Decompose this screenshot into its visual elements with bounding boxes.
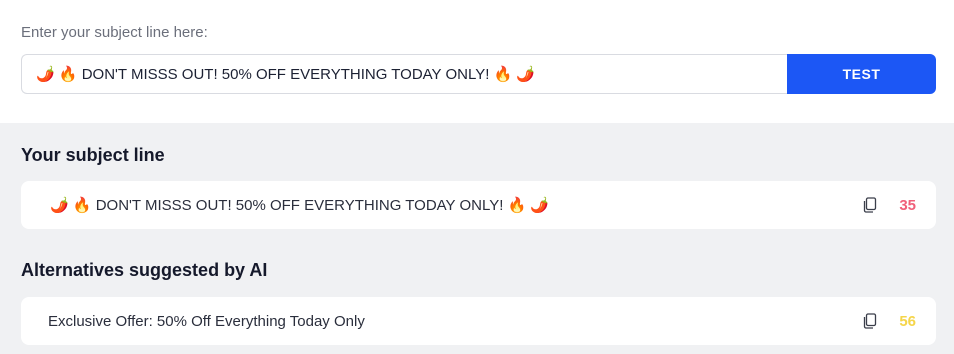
- your-subject-line-title: Your subject line: [21, 145, 165, 165]
- alternatives-title: Alternatives suggested by AI: [21, 260, 268, 280]
- subject-result-card: 🌶️ 🔥 DON'T MISSS OUT! 50% OFF EVERYTHING…: [21, 181, 936, 229]
- test-button[interactable]: TEST: [787, 54, 936, 94]
- subject-input-row: TEST: [21, 54, 936, 94]
- input-section: Enter your subject line here: TEST: [0, 0, 954, 123]
- copy-icon[interactable]: [862, 313, 878, 329]
- results-section: Your subject line 🌶️ 🔥 DON'T MISSS OUT! …: [0, 123, 954, 354]
- subject-result-text: 🌶️ 🔥 DON'T MISSS OUT! 50% OFF EVERYTHING…: [50, 197, 550, 214]
- subject-input-label: Enter your subject line here:: [21, 24, 208, 41]
- subject-input[interactable]: [21, 54, 787, 94]
- subject-score: 35: [899, 196, 916, 214]
- alternative-score: 56: [899, 312, 916, 330]
- alternative-text: Exclusive Offer: 50% Off Everything Toda…: [48, 312, 365, 330]
- copy-icon[interactable]: [862, 197, 878, 213]
- alternative-card: Exclusive Offer: 50% Off Everything Toda…: [21, 297, 936, 345]
